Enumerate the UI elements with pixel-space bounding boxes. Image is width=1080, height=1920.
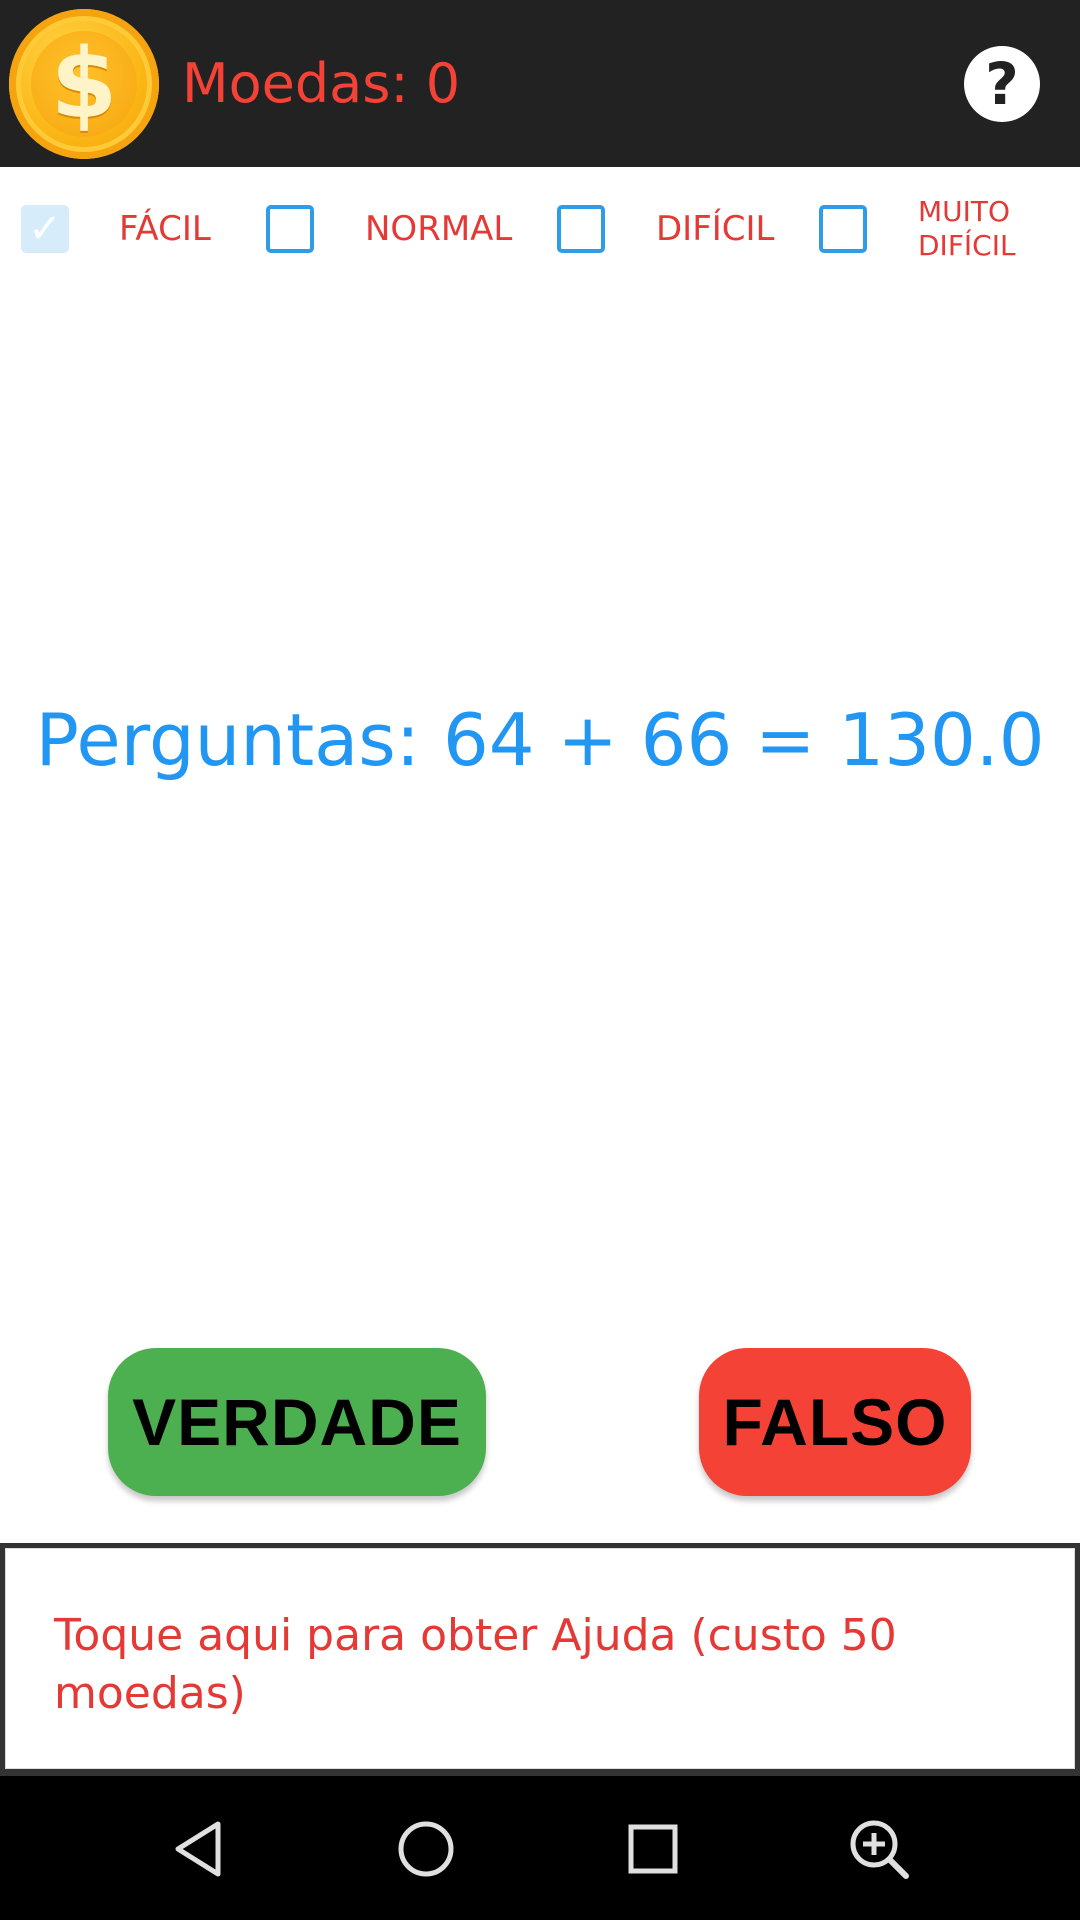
false-button-label: FALSO	[722, 1385, 948, 1459]
label-muito-dificil[interactable]: MUITO DIFÍCIL	[918, 195, 1028, 263]
home-icon[interactable]	[393, 1816, 459, 1882]
help-icon: ?	[985, 50, 1019, 118]
difficulty-selector: ✓ FÁCIL NORMAL DIFÍCIL MUITO DIFÍCIL	[0, 195, 1080, 265]
checkbox-dificil[interactable]	[557, 205, 605, 253]
coin-icon: $	[9, 9, 159, 159]
true-button-label: VERDADE	[132, 1385, 462, 1459]
help-banner-text: Toque aqui para obter Ajuda (custo 50 mo…	[54, 1610, 897, 1719]
dollar-sign: $	[50, 28, 118, 140]
top-bar: $ Moedas: 0 ?	[0, 0, 1080, 167]
checkbox-facil[interactable]: ✓	[21, 205, 69, 253]
label-normal[interactable]: NORMAL	[365, 209, 512, 249]
false-button[interactable]: FALSO	[699, 1348, 971, 1496]
question-text: Perguntas: 64 + 66 = 130.0	[35, 698, 1045, 782]
true-button[interactable]: VERDADE	[108, 1348, 486, 1496]
help-banner[interactable]: Toque aqui para obter Ajuda (custo 50 mo…	[0, 1543, 1080, 1776]
checkmark-icon: ✓	[28, 206, 62, 252]
magnify-icon[interactable]	[846, 1816, 912, 1882]
recents-icon[interactable]	[620, 1816, 686, 1882]
checkbox-normal[interactable]	[266, 205, 314, 253]
system-navigation-bar	[0, 1776, 1080, 1920]
back-icon[interactable]	[166, 1816, 232, 1882]
help-button[interactable]: ?	[964, 46, 1040, 122]
checkbox-muito-dificil[interactable]	[819, 205, 867, 253]
coins-counter: Moedas: 0	[182, 52, 461, 115]
label-facil[interactable]: FÁCIL	[119, 209, 211, 249]
label-dificil[interactable]: DIFÍCIL	[656, 209, 775, 249]
